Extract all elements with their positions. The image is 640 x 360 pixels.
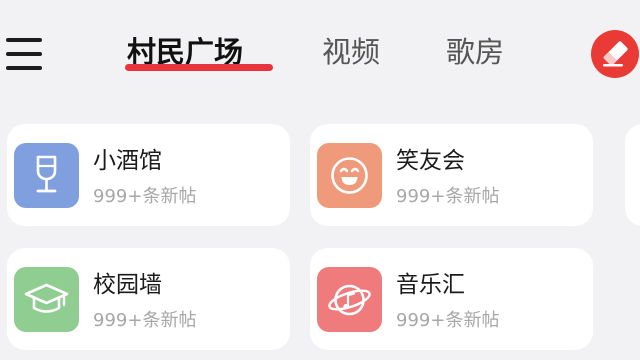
new-posts-count: 999+条新帖 bbox=[396, 186, 500, 207]
next-card-peek[interactable] bbox=[625, 124, 640, 226]
menu-line bbox=[6, 66, 42, 70]
eraser-icon bbox=[603, 41, 628, 67]
community-card-music-hub[interactable]: 音乐汇 999+条新帖 bbox=[310, 248, 593, 350]
community-card-tavern[interactable]: 小酒馆 999+条新帖 bbox=[7, 124, 290, 226]
hamburger-menu-icon[interactable] bbox=[6, 37, 42, 71]
menu-line bbox=[6, 38, 42, 42]
card-title: 笑友会 bbox=[396, 148, 465, 174]
community-card-campus-wall[interactable]: 校园墙 999+条新帖 bbox=[7, 248, 290, 350]
community-card-laugh-club[interactable]: 笑友会 999+条新帖 bbox=[310, 124, 593, 226]
active-tab-indicator bbox=[125, 64, 273, 71]
new-posts-count: 999+条新帖 bbox=[93, 310, 197, 331]
card-title: 音乐汇 bbox=[396, 272, 465, 298]
menu-line bbox=[6, 52, 42, 56]
top-nav: 村民广场 视频 歌房 bbox=[0, 0, 640, 105]
smiley-face-icon bbox=[317, 143, 382, 208]
new-posts-count: 999+条新帖 bbox=[396, 310, 500, 331]
new-posts-count: 999+条新帖 bbox=[93, 186, 197, 207]
post-button[interactable] bbox=[591, 30, 639, 78]
tab-video[interactable]: 视频 bbox=[322, 30, 380, 74]
wine-glass-icon bbox=[14, 143, 79, 208]
card-title: 校园墙 bbox=[93, 272, 162, 298]
music-planet-icon bbox=[317, 267, 382, 332]
graduation-cap-icon bbox=[14, 267, 79, 332]
app-screen: 村民广场 视频 歌房 小酒馆 999+条新帖 笑友会 999+条新帖 校园墙 9… bbox=[0, 0, 640, 360]
tab-karaoke[interactable]: 歌房 bbox=[446, 30, 504, 74]
card-title: 小酒馆 bbox=[93, 148, 162, 174]
